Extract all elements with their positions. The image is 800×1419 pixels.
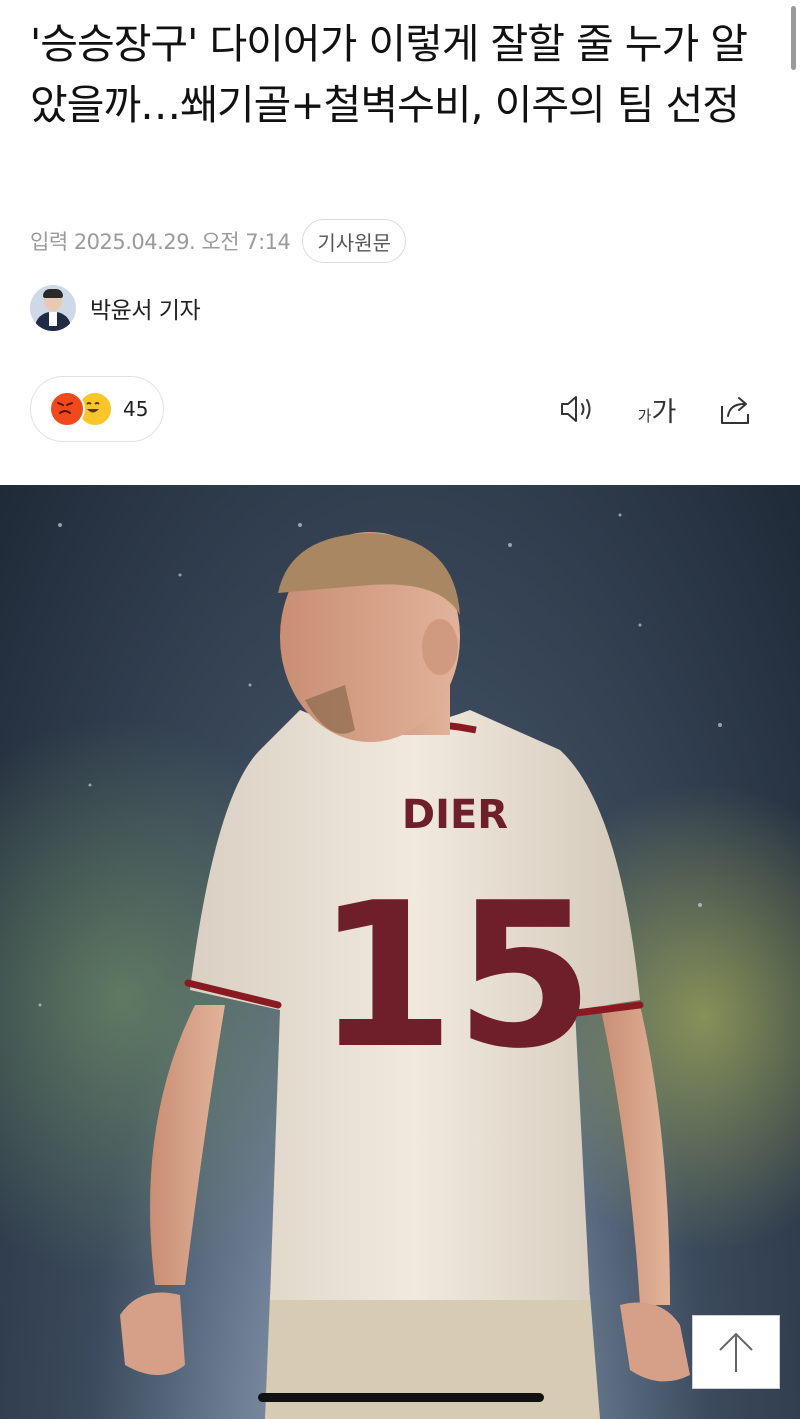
author-avatar[interactable] [30,285,76,331]
speaker-icon [561,396,591,422]
article-meta: 입력 2025.04.29. 오전 7:14 기사원문 [30,218,406,264]
arrow-up-icon [719,1332,753,1372]
publish-date: 입력 2025.04.29. 오전 7:14 [30,230,291,254]
article-photo: DIER 15 [0,485,800,1419]
font-small-label: 가 [637,406,652,425]
reaction-count: 45 [123,397,149,421]
jersey-number: 15 [316,860,594,1093]
scroll-to-top-button[interactable] [692,1315,780,1389]
text-to-speech-button[interactable] [556,388,600,430]
scrollbar[interactable] [791,6,796,70]
original-article-button[interactable]: 기사원문 [302,219,406,263]
author-name[interactable]: 박윤서 기자 [90,291,201,325]
font-size-icon: 가가 [638,390,677,429]
author-byline[interactable]: 박윤서 기자 [30,285,201,331]
angry-emoji-icon [49,391,85,427]
font-large-label: 가 [651,396,677,428]
font-size-button[interactable]: 가가 [632,388,682,430]
article-headline: '승승장구' 다이어가 이렇게 잘할 줄 누가 알았을까…쐐기골+철벽수비, 이… [30,20,748,129]
home-indicator[interactable] [258,1393,544,1402]
jersey-name: DIER [402,792,508,838]
share-icon [721,397,749,424]
share-button[interactable] [714,388,758,430]
reaction-button[interactable]: 45 [30,376,164,442]
